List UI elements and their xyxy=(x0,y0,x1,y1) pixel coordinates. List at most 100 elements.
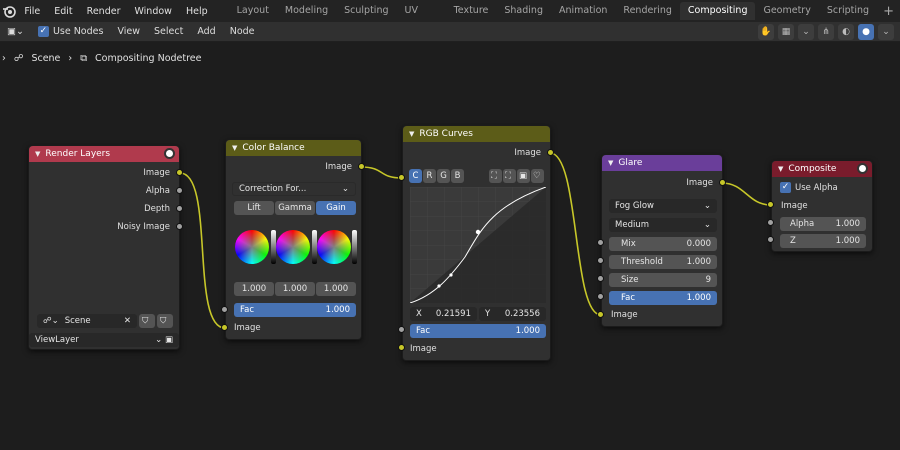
lift-color-wheel[interactable] xyxy=(235,230,269,264)
rl-noisy-socket[interactable] xyxy=(176,223,183,230)
rgb-curves-header[interactable]: ▼ RGB Curves xyxy=(403,126,550,142)
glare-node[interactable]: ▼ Glare Image Fog Glow ⌄ Medium ⌄ Mix 0.… xyxy=(601,154,723,327)
channel-c[interactable]: C xyxy=(409,169,422,183)
gamma-value-field[interactable]: 1.000 xyxy=(275,282,315,296)
lift-value-field[interactable]: 1.000 xyxy=(234,282,274,296)
curves-output-socket[interactable] xyxy=(547,149,554,156)
cb-output-socket[interactable] xyxy=(358,163,365,170)
glare-fac-field[interactable]: Fac 1.000 xyxy=(609,291,717,305)
rl-output-image: Image xyxy=(143,168,170,178)
curve-y-field[interactable]: Y 0.23556 xyxy=(479,307,546,321)
curves-fac-socket[interactable] xyxy=(398,326,405,333)
composite-image-socket[interactable] xyxy=(767,201,774,208)
curve-graph[interactable] xyxy=(410,187,546,303)
gain-value-slider[interactable] xyxy=(352,230,357,264)
composite-node[interactable]: ▼ Composite ✓ Use Alpha Image Alpha 1.000… xyxy=(771,160,873,252)
channel-g[interactable]: G xyxy=(437,169,450,183)
curves-output-image: Image xyxy=(514,148,541,158)
mode-gain[interactable]: Gain xyxy=(316,201,356,215)
glare-type-value: Fog Glow xyxy=(615,201,654,211)
mode-lift[interactable]: Lift xyxy=(234,201,274,215)
shield-icon[interactable]: ⛉ xyxy=(157,314,173,328)
curve-y-label: Y xyxy=(485,309,491,319)
color-balance-node[interactable]: ▼ Color Balance Image Correction For... … xyxy=(225,139,362,340)
rl-image-socket[interactable] xyxy=(176,169,183,176)
zoom-in-icon[interactable]: ⛶ xyxy=(489,169,502,183)
dropdown-icon: ⌄ xyxy=(703,220,711,230)
curve-tools-icon[interactable]: ▣ xyxy=(517,169,530,183)
view-layer-selector[interactable]: ViewLayer ⌄ ▣ xyxy=(29,333,179,347)
glare-input-image: Image xyxy=(611,310,638,320)
composite-z-socket[interactable] xyxy=(767,236,774,243)
color-balance-header[interactable]: ▼ Color Balance xyxy=(226,140,361,156)
clear-scene-icon[interactable]: ✕ xyxy=(124,316,131,326)
collapse-icon[interactable]: ▼ xyxy=(35,150,40,158)
glare-threshold-value: 1.000 xyxy=(686,257,711,267)
glare-size-value: 9 xyxy=(705,275,711,285)
cb-input-socket[interactable] xyxy=(221,324,228,331)
gain-color-wheel[interactable] xyxy=(317,230,351,264)
glare-mix-field[interactable]: Mix 0.000 xyxy=(609,237,717,251)
collapse-icon[interactable]: ▼ xyxy=(608,159,613,167)
cb-fac-socket[interactable] xyxy=(221,306,228,313)
glare-input-socket[interactable] xyxy=(597,311,604,318)
gain-value-field[interactable]: 1.000 xyxy=(316,282,356,296)
rl-alpha-socket[interactable] xyxy=(176,187,183,194)
curves-input-image: Image xyxy=(410,344,437,354)
gamma-color-wheel[interactable] xyxy=(276,230,310,264)
render-layers-header[interactable]: ▼ Render Layers xyxy=(29,146,179,162)
curves-fac-value: 1.000 xyxy=(515,326,540,336)
glare-header[interactable]: ▼ Glare xyxy=(602,155,722,171)
collapse-icon[interactable]: ▼ xyxy=(409,130,414,138)
glare-size-field[interactable]: Size 9 xyxy=(609,273,717,287)
glare-threshold-label: Threshold xyxy=(621,257,663,267)
composite-alpha-field[interactable]: Alpha 1.000 xyxy=(780,217,866,231)
render-icon[interactable] xyxy=(164,148,175,159)
curves-fac-field[interactable]: Fac 1.000 xyxy=(410,324,546,338)
correction-dropdown[interactable]: Correction For... ⌄ xyxy=(232,182,356,196)
glare-fac-value: 1.000 xyxy=(686,293,711,303)
glare-threshold-socket[interactable] xyxy=(597,257,604,264)
collapse-icon[interactable]: ▼ xyxy=(778,165,783,173)
curve-x-field[interactable]: X 0.21591 xyxy=(410,307,477,321)
glare-size-socket[interactable] xyxy=(597,275,604,282)
cb-fac-field[interactable]: Fac 1.000 xyxy=(234,303,356,317)
render-icon[interactable] xyxy=(857,163,868,174)
composite-alpha-socket[interactable] xyxy=(767,219,774,226)
render-layers-title: Render Layers xyxy=(45,149,111,159)
dropdown-icon: ⌄ xyxy=(703,201,711,211)
glare-output-socket[interactable] xyxy=(719,179,726,186)
fake-user-icon[interactable]: ⛉ xyxy=(139,314,155,328)
link-glare-image-to-composite-image xyxy=(721,182,772,206)
mode-gamma[interactable]: Gamma xyxy=(275,201,315,215)
use-alpha-label: Use Alpha xyxy=(795,183,838,193)
curves-fac-label: Fac xyxy=(416,326,430,336)
composite-z-field[interactable]: Z 1.000 xyxy=(780,234,866,248)
zoom-out-icon[interactable]: ⛶ xyxy=(503,169,516,183)
glare-output-image: Image xyxy=(686,178,713,188)
scene-selector[interactable]: ☍⌄ Scene ✕ xyxy=(37,314,137,328)
render-layers-node[interactable]: ▼ Render Layers Image Alpha Depth Noisy … xyxy=(28,145,180,350)
glare-fac-socket[interactable] xyxy=(597,293,604,300)
curves-input-socket[interactable] xyxy=(398,344,405,351)
rgb-curves-node[interactable]: ▼ RGB Curves Image C R G B ⛶ ⛶ ▣ ♡ X 0.2… xyxy=(402,125,551,361)
rl-output-alpha: Alpha xyxy=(145,186,170,196)
glare-mix-socket[interactable] xyxy=(597,239,604,246)
channel-r[interactable]: R xyxy=(423,169,436,183)
glare-mix-label: Mix xyxy=(621,239,636,249)
use-alpha-toggle[interactable]: ✓ Use Alpha xyxy=(780,182,838,193)
glare-type-dropdown[interactable]: Fog Glow ⌄ xyxy=(609,199,717,213)
glare-size-label: Size xyxy=(621,275,639,285)
glare-quality-dropdown[interactable]: Medium ⌄ xyxy=(609,218,717,232)
color-balance-title: Color Balance xyxy=(242,143,305,153)
glare-threshold-field[interactable]: Threshold 1.000 xyxy=(609,255,717,269)
glare-quality-value: Medium xyxy=(615,220,649,230)
rl-depth-socket[interactable] xyxy=(176,205,183,212)
composite-header[interactable]: ▼ Composite xyxy=(772,161,872,177)
curve-x-value: 0.21591 xyxy=(435,309,471,319)
clip-icon[interactable]: ♡ xyxy=(531,169,544,183)
curves-color-socket[interactable] xyxy=(398,174,405,181)
channel-b[interactable]: B xyxy=(451,169,464,183)
view-layer-dropdown-icon[interactable]: ⌄ ▣ xyxy=(155,335,173,345)
collapse-icon[interactable]: ▼ xyxy=(232,144,237,152)
